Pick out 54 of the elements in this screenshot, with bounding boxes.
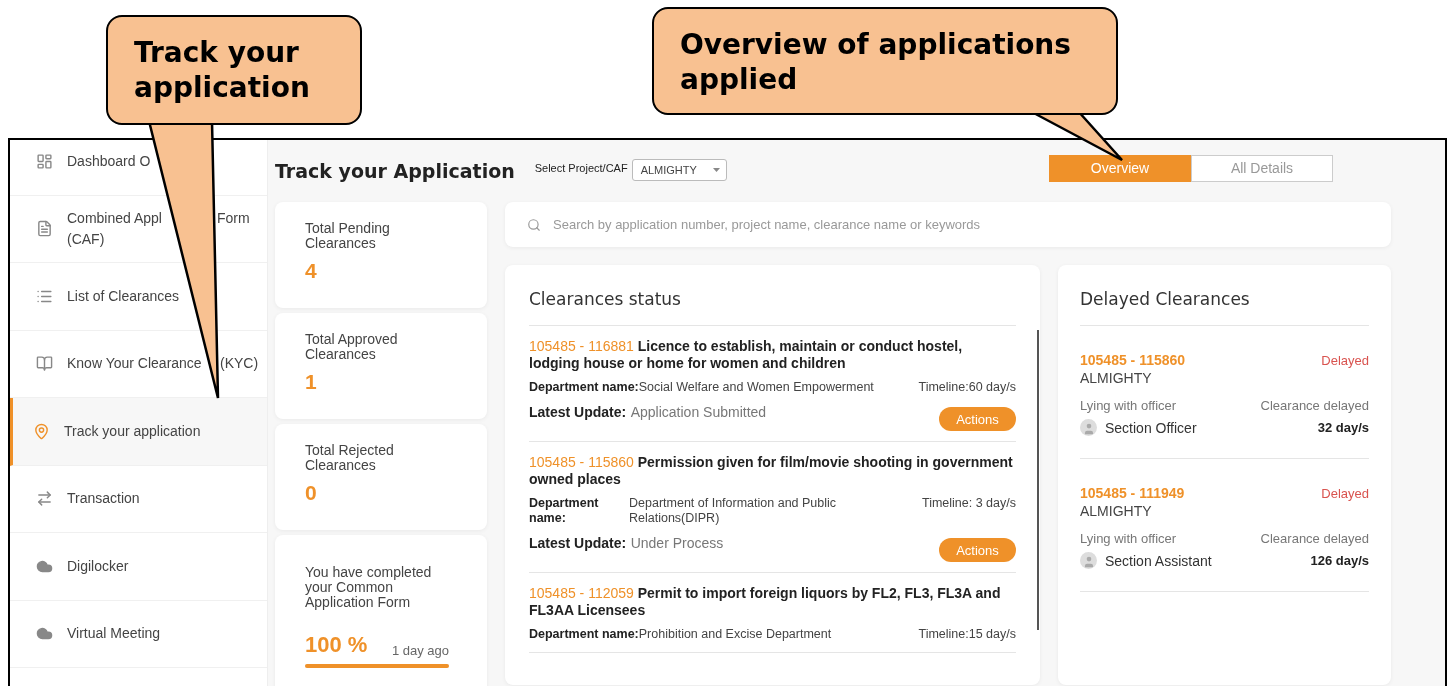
- stat-value: 4: [305, 259, 318, 283]
- card-title: Delayed Clearances: [1080, 289, 1369, 326]
- search-bar[interactable]: Search by application number, project name, clearance name or keywords: [505, 202, 1391, 247]
- document-icon: [36, 220, 53, 238]
- page-title: Track your Application: [275, 160, 515, 182]
- completion-time: 1 day ago: [391, 643, 449, 658]
- select-label: Select Project/CAF: [534, 162, 628, 174]
- search-field[interactable]: Search by application number, project name, clearance name or keywords: [551, 216, 1391, 233]
- delay-label: Clearance delayed: [1260, 398, 1369, 413]
- timeline: Timeline:60 day/s: [918, 380, 1016, 395]
- stat-label: Total Rejected Clearances: [305, 443, 395, 473]
- officer-name: Section Assistant: [1105, 552, 1212, 569]
- department-text: Department name:Prohibition and Excise Department: [529, 627, 832, 642]
- stat-value: 1: [305, 370, 318, 394]
- avatar-icon: [1080, 552, 1097, 569]
- caret-icon: [712, 168, 720, 172]
- completion-percent: 100 %: [305, 632, 368, 658]
- project-select[interactable]: ALMIGHTY: [631, 159, 727, 181]
- clearance-title: 105485 - 112059 Permit to import foreign liquors by FL2, FL3, FL3A and FL3AA Licensees: [529, 585, 1002, 619]
- stat-value: 0: [305, 481, 318, 505]
- status-label: Delayed: [1321, 485, 1369, 501]
- status-label: Delayed: [1321, 352, 1369, 368]
- sidebar-item[interactable]: Track your application: [10, 398, 267, 466]
- callout: Track your application: [106, 15, 362, 125]
- transfer-icon: [36, 490, 53, 508]
- department-text: Department name:Social Welfare and Women Empowerment: [529, 380, 874, 395]
- latest-update: Latest Update: Application Submitted: [529, 403, 767, 421]
- officer-label: Lying with officer: [1080, 398, 1177, 413]
- delay-days: 126 day/s: [1310, 553, 1369, 568]
- search-icon: [527, 217, 541, 232]
- avatar-icon: [1080, 419, 1097, 436]
- book-icon: [36, 355, 53, 373]
- clearance-title: 105485 - 115860 Permission given for film/movie shooting in government owned places: [529, 454, 1014, 488]
- delay-label: Clearance delayed: [1260, 531, 1369, 546]
- project-name: ALMIGHTY: [1080, 503, 1153, 519]
- timeline: Timeline: 3 day/s: [921, 496, 1016, 511]
- officer-name: Section Officer: [1105, 419, 1197, 436]
- scrollbar[interactable]: [1037, 330, 1039, 630]
- department-name: Department of Information and Public Relations(DIPR): [629, 496, 838, 526]
- project-name: ALMIGHTY: [1080, 370, 1153, 386]
- dashboard-icon: [36, 152, 53, 170]
- stat-label: Total Approved Clearances: [305, 332, 399, 362]
- timeline: Timeline:15 day/s: [918, 627, 1016, 642]
- application-id: 105485 - 111949: [1080, 485, 1185, 501]
- location-pin-icon: [33, 422, 50, 440]
- stat-label: Total Pending Clearances: [305, 221, 391, 251]
- completion-text: You have completed your Common Application Form: [305, 565, 433, 610]
- department-label: Department name:: [529, 496, 600, 526]
- latest-update: Latest Update: Under Process: [529, 534, 724, 552]
- officer-label: Lying with officer: [1080, 531, 1177, 546]
- application-id: 105485 - 115860: [1080, 352, 1186, 368]
- card-title: Clearances status: [529, 289, 1016, 326]
- delay-days: 32 day/s: [1317, 420, 1369, 435]
- clearance-title: 105485 - 116881 Licence to establish, maintain or conduct hostel, lodging house or home for women and children: [529, 338, 964, 372]
